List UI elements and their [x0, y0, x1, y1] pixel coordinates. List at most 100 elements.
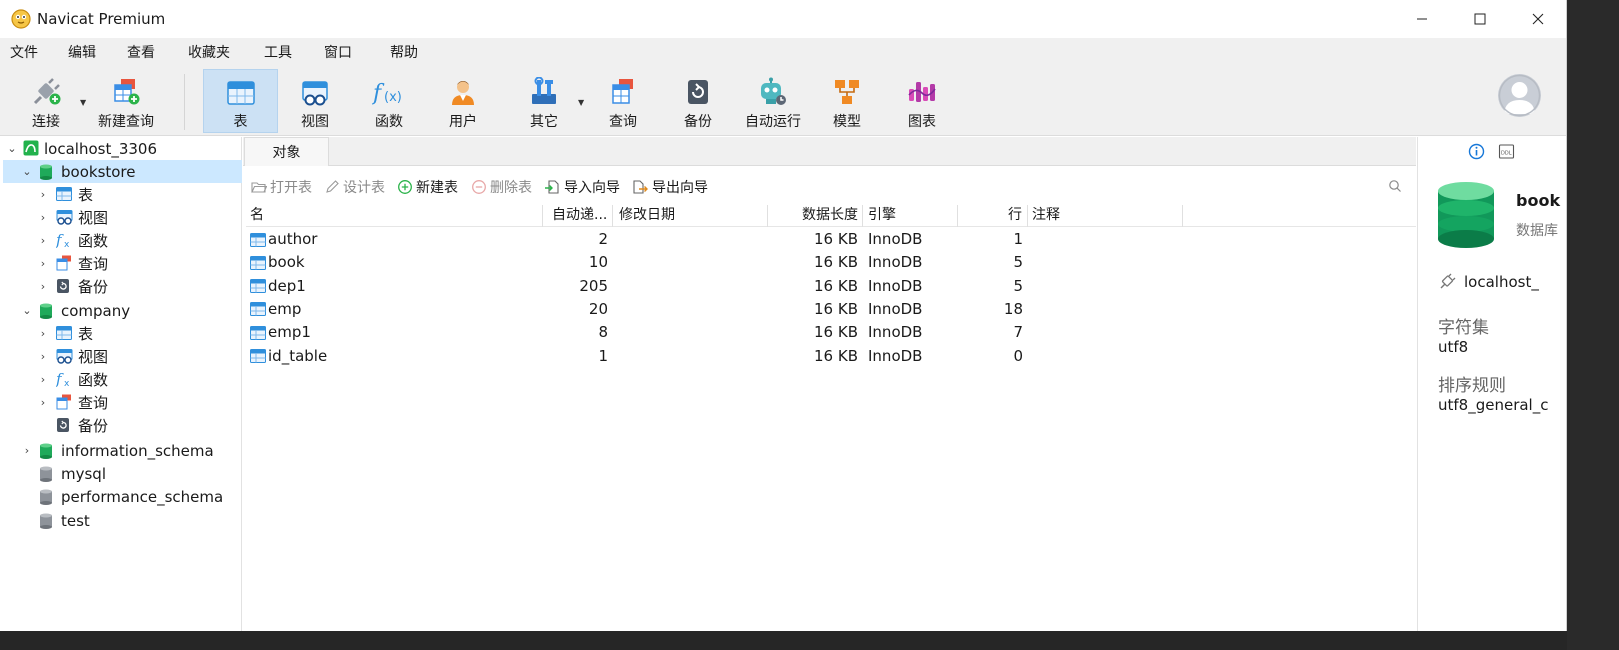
user-button[interactable]: 用户 [431, 70, 495, 132]
function-icon: fx [56, 370, 74, 388]
table-icon [250, 232, 266, 247]
tree-db-mysql[interactable]: mysql [3, 462, 242, 485]
table-row[interactable]: dep1 205 16 KB InnoDB 5 [246, 275, 1416, 298]
chevron-right-icon[interactable]: › [36, 211, 50, 224]
menu-file[interactable]: 文件 [0, 42, 58, 62]
column-divider[interactable] [612, 205, 613, 227]
menu-favorites[interactable]: 收藏夹 [178, 42, 254, 62]
user-avatar[interactable] [1498, 74, 1541, 117]
tree-company-tables[interactable]: › 表 [3, 322, 242, 345]
menu-edit[interactable]: 编辑 [58, 42, 117, 62]
tree-bookstore-tables[interactable]: › 表 [3, 183, 242, 206]
cell-data-length: 16 KB [814, 230, 858, 248]
connect-dropdown-icon[interactable]: ▼ [80, 98, 86, 107]
tree-company-functions[interactable]: › fx 函数 [3, 368, 242, 391]
model-button[interactable]: 模型 [815, 70, 879, 132]
tree-company-queries[interactable]: › 查询 [3, 391, 242, 414]
chevron-right-icon[interactable]: › [36, 350, 50, 363]
info-icon[interactable] [1468, 143, 1485, 164]
design-table-button[interactable]: 设计表 [324, 177, 385, 197]
tree-db-information-schema[interactable]: › information_schema [3, 439, 242, 462]
minimize-button[interactable] [1393, 0, 1451, 38]
column-divider[interactable] [542, 205, 543, 227]
plug-icon [29, 73, 63, 107]
table-row[interactable]: emp1 8 16 KB InnoDB 7 [246, 321, 1416, 344]
search-icon[interactable] [1388, 179, 1402, 197]
chevron-right-icon[interactable]: › [36, 234, 50, 247]
view-button[interactable]: 视图 [283, 70, 347, 132]
close-button[interactable] [1509, 0, 1566, 38]
robot-icon [757, 73, 789, 107]
other-button[interactable]: 其它 [512, 70, 576, 132]
chevron-right-icon[interactable]: › [20, 444, 34, 457]
chevron-right-icon[interactable]: › [36, 188, 50, 201]
cell-name: author [246, 228, 542, 251]
new-table-button[interactable]: 新建表 [397, 177, 458, 197]
table-row[interactable]: emp 20 16 KB InnoDB 18 [246, 298, 1416, 321]
automation-button[interactable]: 自动运行 [740, 70, 806, 132]
cell-comment [1028, 275, 1178, 298]
tree-db-performance-schema[interactable]: performance_schema [3, 485, 242, 508]
tab-bar: 对象 [243, 137, 1416, 166]
maximize-button[interactable] [1451, 0, 1509, 38]
delete-table-button[interactable]: 删除表 [471, 177, 532, 197]
tree-company-backups[interactable]: 备份 [3, 414, 242, 437]
tree-bookstore-queries[interactable]: › 查询 [3, 252, 242, 275]
column-divider[interactable] [862, 205, 863, 227]
chevron-down-icon[interactable]: ⌄ [20, 304, 34, 317]
table-button[interactable]: 表 [203, 69, 278, 133]
tree-bookstore-views[interactable]: › 视图 [3, 206, 242, 229]
export-wizard-button[interactable]: 导出向导 [632, 177, 708, 197]
cell-rows: 1 [1013, 230, 1023, 248]
new-query-button[interactable]: 新建查询 [94, 70, 158, 132]
chevron-down-icon[interactable]: ⌄ [5, 142, 19, 155]
tree-connection[interactable]: ⌄ localhost_3306 [3, 137, 242, 160]
table-row[interactable]: author 2 16 KB InnoDB 1 [246, 228, 1416, 251]
tree-db-test[interactable]: test [3, 509, 242, 532]
query-button[interactable]: 查询 [591, 70, 655, 132]
table-icon [56, 326, 72, 340]
open-table-button[interactable]: 打开表 [251, 177, 312, 197]
tab-objects[interactable]: 对象 [244, 137, 329, 166]
import-wizard-button[interactable]: 导入向导 [544, 177, 620, 197]
menu-window[interactable]: 窗口 [314, 42, 380, 62]
chevron-right-icon[interactable]: › [36, 257, 50, 270]
chevron-right-icon[interactable]: › [36, 396, 50, 409]
chevron-right-icon[interactable]: › [36, 373, 50, 386]
backup-button[interactable]: 备份 [666, 70, 730, 132]
column-header-data-length[interactable]: 数据长度 [768, 203, 862, 227]
tree-db-company[interactable]: ⌄ company [3, 299, 242, 322]
svg-text:DDL: DDL [1501, 151, 1512, 157]
function-button[interactable]: f (x) 函数 [357, 70, 421, 132]
collation-label: 排序规则 [1438, 376, 1506, 396]
ddl-icon[interactable]: DDL [1498, 143, 1515, 164]
tree-company-views[interactable]: › 视图 [3, 345, 242, 368]
connect-button[interactable]: 连接 [20, 70, 72, 132]
other-dropdown-icon[interactable]: ▼ [578, 98, 584, 107]
column-header-modified-date[interactable]: 修改日期 [615, 203, 765, 227]
title-bar: Navicat Premium [0, 0, 1566, 38]
cell-comment [1028, 228, 1178, 251]
tree-db-bookstore[interactable]: ⌄ bookstore [3, 160, 242, 183]
collation-value: utf8_general_c [1438, 396, 1549, 414]
chevron-down-icon[interactable]: ⌄ [20, 165, 34, 178]
tree-bookstore-backups[interactable]: › 备份 [3, 275, 242, 298]
menu-tools[interactable]: 工具 [254, 42, 314, 62]
chart-button[interactable]: 图表 [890, 70, 954, 132]
table-row[interactable]: id_table 1 16 KB InnoDB 0 [246, 345, 1416, 368]
column-divider[interactable] [1182, 205, 1183, 227]
menu-help[interactable]: 帮助 [380, 42, 418, 62]
table-row[interactable]: book 10 16 KB InnoDB 5 [246, 251, 1416, 274]
maximize-icon [1474, 13, 1486, 25]
cell-comment [1028, 345, 1178, 368]
column-header-rows[interactable]: 行 [958, 203, 1026, 227]
column-header-auto-increment[interactable]: 自动递... [548, 203, 614, 227]
tree-bookstore-functions[interactable]: › fx 函数 [3, 229, 242, 252]
column-header-name[interactable]: 名 [246, 203, 542, 227]
menu-view[interactable]: 查看 [117, 42, 178, 62]
column-header-comment[interactable]: 注释 [1028, 203, 1178, 227]
column-header-engine[interactable]: 引擎 [864, 203, 954, 227]
chevron-right-icon[interactable]: › [36, 280, 50, 293]
chevron-right-icon[interactable]: › [36, 327, 50, 340]
query-icon [56, 394, 72, 410]
